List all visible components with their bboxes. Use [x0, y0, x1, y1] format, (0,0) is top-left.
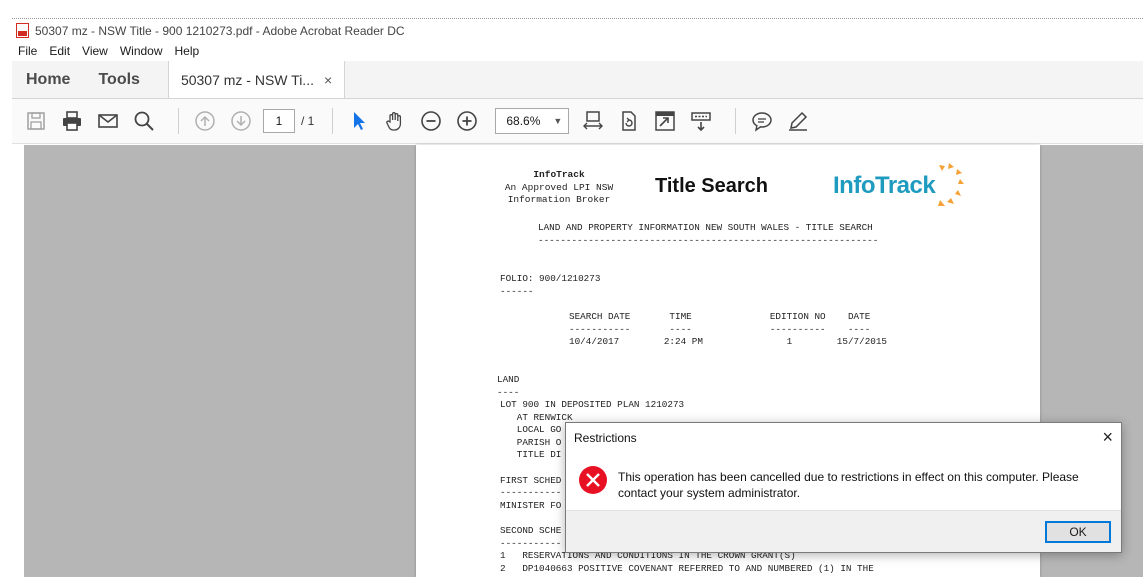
tab-tools[interactable]: Tools — [84, 61, 153, 98]
land-rule: ---- — [497, 387, 520, 398]
next-page-button[interactable] — [227, 107, 255, 135]
toolbar-separator — [332, 108, 334, 134]
restrictions-dialog: Restrictions × This operation has been c… — [565, 422, 1122, 553]
toolbar-separator — [735, 108, 737, 134]
menu-view[interactable]: View — [82, 44, 108, 58]
zoom-in-button[interactable] — [453, 107, 481, 135]
arrow-down-circle-icon — [231, 111, 251, 131]
rotate-button[interactable] — [615, 107, 643, 135]
dialog-close-icon[interactable]: × — [1102, 427, 1113, 448]
hand-tool-button[interactable] — [381, 107, 409, 135]
menu-edit[interactable]: Edit — [49, 44, 70, 58]
highlight-button[interactable] — [784, 107, 812, 135]
broker-line-3: Information Broker — [507, 194, 611, 205]
infotrack-logo: InfoTrack — [833, 163, 965, 209]
pdf-file-icon — [16, 23, 29, 38]
dialog-message: This operation has been cancelled due to… — [618, 470, 1079, 500]
tab-document-label: 50307 mz - NSW Ti... — [180, 71, 314, 88]
zoom-in-icon — [457, 111, 478, 131]
folio-label: FOLIO: 900/1210273 — [500, 273, 601, 284]
tab-document[interactable]: 50307 mz - NSW Ti... × — [167, 61, 346, 98]
window-title: 50307 mz - NSW Title - 900 1210273.pdf -… — [35, 23, 405, 38]
minister-line: MINISTER FO — [500, 500, 562, 511]
ok-button[interactable]: OK — [1045, 521, 1111, 543]
toolbar-separator — [178, 108, 179, 134]
cursor-arrow-icon — [354, 112, 366, 130]
pen-icon — [789, 111, 808, 131]
envelope-icon — [98, 114, 118, 128]
hand-icon — [386, 112, 402, 131]
dialog-footer: OK — [566, 510, 1121, 552]
header-line: LAND AND PROPERTY INFORMATION NEW SOUTH … — [538, 222, 873, 233]
printer-icon — [63, 111, 81, 131]
main-toolbar: 1 / 1 68.6% ▼ — [12, 99, 1143, 144]
tab-close-icon[interactable]: × — [324, 72, 332, 88]
save-button[interactable] — [22, 107, 50, 135]
columns-values: 10/4/2017 2:24 PM 1 15/7/2015 — [569, 336, 888, 347]
window-titlebar: 50307 mz - NSW Title - 900 1210273.pdf -… — [12, 18, 1143, 42]
columns-header: SEARCH DATE TIME EDITION NO DATE — [569, 311, 871, 322]
search-button[interactable] — [130, 107, 158, 135]
land-label: LAND — [497, 374, 520, 385]
folio-rule: ------ — [500, 286, 534, 297]
zoom-out-icon — [421, 111, 442, 131]
schedule-item-2: 2 DP1040663 POSITIVE COVENANT REFERRED T… — [500, 563, 874, 574]
menu-file[interactable]: File — [18, 44, 37, 58]
full-screen-icon — [655, 111, 676, 131]
zoom-out-button[interactable] — [417, 107, 445, 135]
chevron-down-icon: ▼ — [553, 116, 563, 126]
zoom-level-dropdown[interactable]: 68.6% ▼ — [495, 108, 570, 134]
save-icon — [27, 112, 45, 130]
menu-bar: File Edit View Window Help — [12, 42, 1143, 60]
previous-page-button[interactable] — [191, 107, 219, 135]
menu-window[interactable]: Window — [120, 44, 163, 58]
select-tool-button[interactable] — [345, 107, 373, 135]
document-title: Title Search — [655, 175, 769, 197]
page-total: / 1 — [301, 114, 315, 128]
tab-home[interactable]: Home — [12, 61, 84, 98]
land-line-1: LOT 900 IN DEPOSITED PLAN 1210273 — [500, 399, 685, 410]
email-button[interactable] — [94, 107, 122, 135]
arrow-up-circle-icon — [195, 111, 215, 131]
fit-width-icon — [583, 111, 604, 130]
rotate-page-icon — [622, 111, 637, 131]
dialog-title: Restrictions — [574, 431, 637, 445]
page-number-input[interactable]: 1 — [263, 109, 295, 133]
first-schedule-rule: ----------- — [500, 487, 562, 498]
second-schedule-rule: ----------- — [500, 538, 562, 549]
search-icon — [134, 111, 154, 131]
comment-bubble-icon — [752, 112, 773, 132]
land-line-4: PARISH O — [500, 437, 562, 448]
land-line-2: AT RENWICK — [500, 412, 573, 423]
columns-rule: ----------- ---- ---------- ---- — [569, 324, 871, 335]
logo-burst-icon — [938, 163, 965, 206]
tab-bar: Home Tools 50307 mz - NSW Ti... × — [12, 61, 1143, 99]
keyboard-scroll-icon — [691, 112, 712, 132]
menu-help[interactable]: Help — [175, 44, 200, 58]
zoom-level-value: 68.6% — [506, 114, 541, 128]
land-line-3: LOCAL GO — [500, 424, 562, 435]
broker-info: InfoTrack An Approved LPI NSW Informatio… — [490, 169, 628, 207]
broker-line-2: An Approved LPI NSW — [504, 181, 614, 193]
first-schedule-label: FIRST SCHED — [500, 475, 562, 486]
scroll-mode-button[interactable] — [687, 107, 715, 135]
full-screen-button[interactable] — [651, 107, 679, 135]
second-schedule-label: SECOND SCHE — [500, 525, 562, 536]
logo-text: InfoTrack — [833, 172, 936, 199]
land-line-5: TITLE DI — [500, 449, 562, 460]
header-rule: ----------------------------------------… — [538, 235, 879, 246]
error-icon — [579, 466, 607, 494]
comment-button[interactable] — [748, 107, 776, 135]
fit-width-button[interactable] — [579, 107, 607, 135]
broker-name: InfoTrack — [533, 169, 585, 180]
print-button[interactable] — [58, 107, 86, 135]
